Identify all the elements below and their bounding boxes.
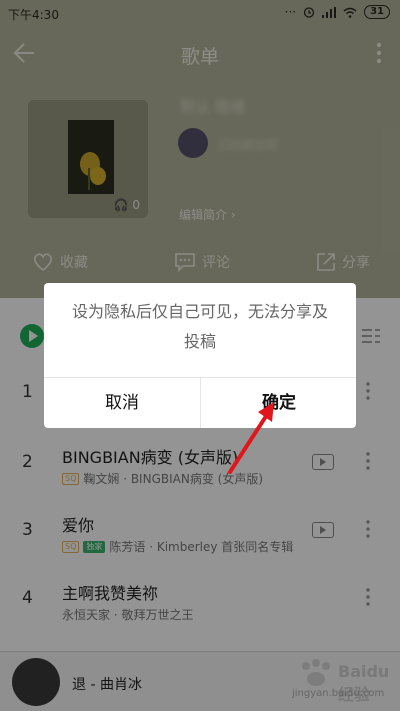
privacy-confirm-dialog: 设为隐私后仅自己可见，无法分享及投稿 取消 确定 bbox=[44, 283, 356, 428]
annotation-arrow-icon bbox=[228, 402, 274, 474]
dialog-message: 设为隐私后仅自己可见，无法分享及投稿 bbox=[72, 302, 329, 351]
cancel-button[interactable]: 取消 bbox=[44, 378, 200, 428]
app-screen: 下午4:30 ··· 31 歌单 🎧 0 默认 情绪 已经被加密 编辑简介 › … bbox=[0, 0, 400, 711]
